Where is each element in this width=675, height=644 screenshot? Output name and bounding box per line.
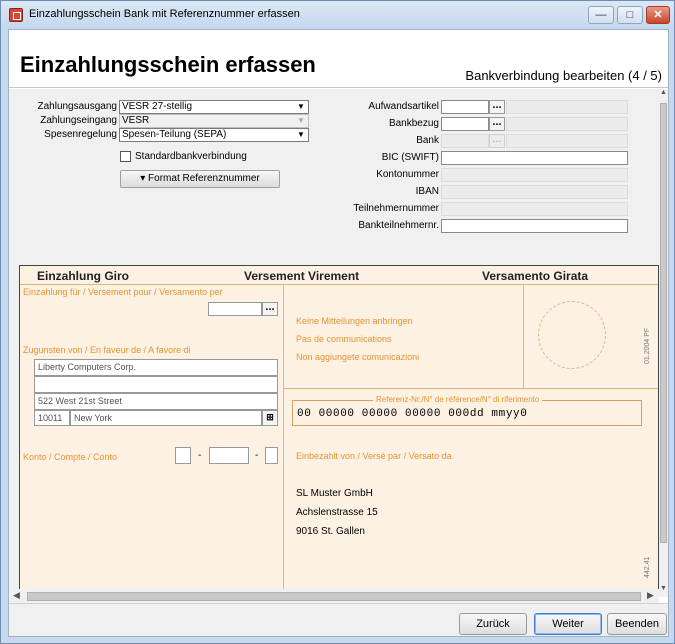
page-title: Einzahlungsschein erfassen bbox=[20, 52, 316, 77]
standardbank-label: Standardbankverbindung bbox=[135, 151, 247, 162]
next-button[interactable]: Weiter bbox=[534, 613, 602, 635]
reference-number-box: Referenz-Nr./N° de référence/N° di rifer… bbox=[292, 395, 642, 426]
code-442-label: 442.41 bbox=[644, 556, 651, 578]
dialog-window: Einzahlungsschein Bank mit Referenznumme… bbox=[0, 0, 675, 644]
beneficiary-zip-field[interactable]: 10011 bbox=[34, 410, 70, 426]
beneficiary-city-field[interactable]: New York bbox=[70, 410, 262, 426]
title-bar[interactable]: Einzahlungsschein Bank mit Referenznumme… bbox=[1, 1, 674, 29]
horizontal-scrollbar[interactable]: ◀ ▶ bbox=[9, 589, 659, 603]
einzahlung-fuer-label: Einzahlung für / Versement pour / Versam… bbox=[23, 287, 223, 297]
spesenregelung-select[interactable]: Spesen-Teilung (SEPA) ▼ bbox=[119, 128, 309, 142]
aufwandsartikel-input[interactable] bbox=[441, 100, 489, 114]
einzahlung-fuer-input[interactable] bbox=[208, 302, 262, 316]
bank-input bbox=[441, 134, 489, 148]
form-code-label: 01.2004 PF bbox=[644, 327, 651, 364]
bankbezug-browse-button[interactable]: ... bbox=[489, 117, 505, 131]
format-referenznummer-button[interactable]: ▾ Format Referenznummer bbox=[120, 170, 280, 188]
kontonummer-input bbox=[441, 168, 628, 182]
payer-name: SL Muster GmbH bbox=[296, 488, 373, 499]
bankbezug-label: Bankbezug bbox=[388, 118, 439, 129]
form-area: Zahlungsausgang VESR 27-stellig ▼ Zahlun… bbox=[9, 89, 659, 589]
zahlungsausgang-label: Zahlungsausgang bbox=[37, 101, 117, 112]
spesenregelung-label: Spesenregelung bbox=[44, 129, 117, 140]
bank-description bbox=[506, 134, 628, 148]
einzahlung-fuer-browse-button[interactable]: ... bbox=[262, 302, 278, 316]
zahlungseingang-value: VESR bbox=[122, 115, 150, 126]
finish-button[interactable]: Beenden bbox=[607, 613, 667, 635]
teilnehmernummer-label: Teilnehmernummer bbox=[353, 203, 439, 214]
spesenregelung-value: Spesen-Teilung (SEPA) bbox=[122, 129, 227, 140]
scroll-right-icon[interactable]: ▶ bbox=[647, 590, 654, 601]
zahlungseingang-label: Zahlungseingang bbox=[40, 115, 117, 126]
bic-label: BIC (SWIFT) bbox=[381, 152, 439, 163]
aufwandsartikel-description bbox=[506, 100, 628, 114]
iban-input bbox=[441, 185, 628, 199]
chevron-down-icon[interactable]: ▼ bbox=[294, 101, 308, 113]
konto-dash-1: - bbox=[198, 450, 202, 461]
konto-part2-input[interactable] bbox=[209, 447, 249, 464]
bic-input[interactable] bbox=[441, 151, 628, 165]
dialog-client: Einzahlungsschein erfassen Bankverbindun… bbox=[8, 29, 669, 637]
slip-divider-top bbox=[20, 284, 658, 285]
wizard-header: Einzahlungsschein erfassen Bankverbindun… bbox=[9, 30, 668, 88]
app-icon bbox=[9, 8, 23, 22]
slip-divider-vertical-right bbox=[523, 284, 524, 388]
aufwandsartikel-browse-button[interactable]: ... bbox=[489, 100, 505, 114]
slip-divider-mid bbox=[283, 388, 658, 389]
konto-part3-input[interactable] bbox=[265, 447, 278, 464]
beneficiary-street-field[interactable]: 522 West 21st Street bbox=[34, 393, 278, 410]
konto-label: Konto / Compte / Conto bbox=[23, 452, 118, 462]
scroll-up-icon[interactable]: ▲ bbox=[659, 89, 668, 101]
bank-label: Bank bbox=[416, 135, 439, 146]
edit-address-icon[interactable]: ⊞ bbox=[262, 410, 278, 426]
slip-header-virement: Versement Virement bbox=[244, 269, 360, 283]
vertical-scrollbar[interactable]: ▲ ▼ bbox=[659, 89, 668, 597]
minimize-button[interactable]: — bbox=[588, 6, 614, 24]
slip-header-girata: Versamento Girata bbox=[482, 269, 589, 283]
bankbezug-description bbox=[506, 117, 628, 131]
reference-number-label: Referenz-Nr./N° de référence/N° di rifer… bbox=[373, 395, 543, 404]
konto-part1-input[interactable] bbox=[175, 447, 191, 464]
mitteilung-line-1: Keine Mitteilungen anbringen bbox=[296, 316, 413, 326]
bank-browse-button: ... bbox=[489, 134, 505, 148]
bankteilnehmernr-input[interactable] bbox=[441, 219, 628, 233]
mitteilung-line-3: Non aggiungete comunicazioni bbox=[296, 352, 420, 362]
slip-divider-vertical bbox=[283, 284, 284, 589]
chevron-down-icon: ▼ bbox=[297, 116, 305, 125]
standardbank-checkbox[interactable] bbox=[120, 151, 131, 162]
kontonummer-label: Kontonummer bbox=[376, 169, 439, 180]
bankteilnehmernr-label: Bankteilnehmernr. bbox=[358, 220, 439, 231]
scroll-down-icon[interactable]: ▼ bbox=[659, 585, 668, 597]
vertical-scroll-thumb[interactable] bbox=[660, 103, 667, 543]
zahlungseingang-select: VESR ▼ bbox=[119, 114, 309, 128]
konto-dash-2: - bbox=[255, 450, 259, 461]
payer-city: 9016 St. Gallen bbox=[296, 526, 365, 537]
beneficiary-name-field[interactable]: Liberty Computers Corp. bbox=[34, 359, 278, 376]
einbezahlt-label: Einbezahlt von / Versé par / Versato da bbox=[296, 451, 452, 461]
wizard-footer: Zurück Weiter Beenden bbox=[9, 603, 668, 636]
teilnehmernummer-input bbox=[441, 202, 628, 216]
bankbezug-input[interactable] bbox=[441, 117, 489, 131]
horizontal-scroll-thumb[interactable] bbox=[27, 592, 641, 601]
back-button[interactable]: Zurück bbox=[459, 613, 527, 635]
zahlungsausgang-value: VESR 27-stellig bbox=[122, 101, 193, 112]
wizard-step: Bankverbindung bearbeiten (4 / 5) bbox=[465, 68, 662, 83]
aufwandsartikel-label: Aufwandsartikel bbox=[368, 101, 439, 112]
window-title: Einzahlungsschein Bank mit Referenznumme… bbox=[29, 8, 300, 20]
payment-slip: Einzahlung Giro Versement Virement Versa… bbox=[19, 265, 659, 589]
zahlungsausgang-select[interactable]: VESR 27-stellig ▼ bbox=[119, 100, 309, 114]
slip-header-giro: Einzahlung Giro bbox=[37, 269, 129, 283]
maximize-button[interactable]: □ bbox=[617, 6, 643, 24]
reference-number-value: 00 00000 00000 00000 000dd mmyy0 bbox=[297, 408, 528, 420]
mitteilung-line-2: Pas de communications bbox=[296, 334, 392, 344]
iban-label: IBAN bbox=[415, 186, 439, 197]
scroll-left-icon[interactable]: ◀ bbox=[13, 590, 20, 601]
stamp-circle bbox=[538, 301, 606, 369]
beneficiary-line2-field[interactable] bbox=[34, 376, 278, 393]
chevron-down-icon[interactable]: ▼ bbox=[294, 129, 308, 141]
zugunsten-label: Zugunsten von / En faveur de / A favore … bbox=[23, 345, 191, 355]
payer-street: Achslenstrasse 15 bbox=[296, 507, 378, 518]
close-button[interactable]: ✕ bbox=[646, 6, 670, 24]
